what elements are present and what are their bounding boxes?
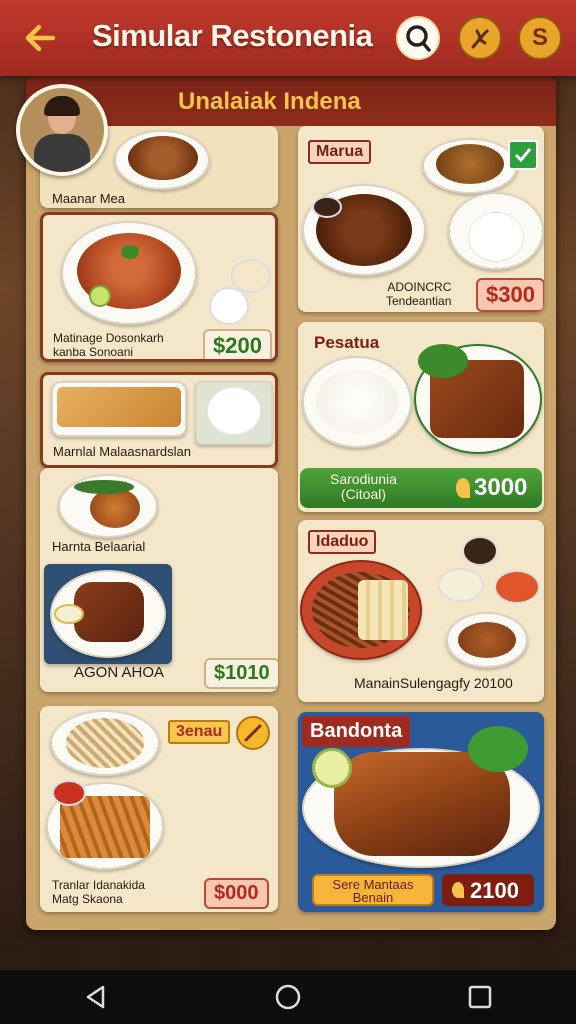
menu-item-card[interactable]: Harnta Belaarial AGON AHOA $1010	[40, 468, 278, 692]
price-label: 2100	[470, 878, 519, 903]
app-bar: Simular Restonenia S	[0, 0, 576, 76]
add-button-label: Sarodiunia (Citoal)	[330, 471, 397, 502]
food-image	[57, 387, 181, 427]
food-image	[74, 582, 144, 642]
food-image	[358, 580, 408, 640]
menu-item-card[interactable]: Marua ADOINCRC Tendeantian $300	[298, 126, 544, 312]
search-button[interactable]	[396, 16, 440, 60]
price-button[interactable]: $000	[204, 878, 269, 909]
check-icon[interactable]	[236, 716, 270, 750]
menu-item-card[interactable]: Matinage Dosonkarh kanba Sonoani $200	[40, 212, 278, 362]
back-button[interactable]	[20, 18, 60, 58]
app-title: Simular Restonenia	[92, 18, 373, 53]
side-bowl	[209, 287, 249, 325]
check-icon-svg	[244, 724, 262, 742]
side-bowl	[494, 570, 540, 604]
garnish-icon	[121, 245, 139, 259]
food-image	[436, 144, 504, 184]
back-arrow-icon	[25, 24, 56, 52]
food-image	[128, 136, 198, 180]
sauce-bowl	[462, 536, 498, 566]
menu-item-name: AGON AHOA	[74, 664, 165, 681]
herb-icon	[456, 478, 470, 498]
order-button-label: Sere Mantaas Benain	[332, 877, 414, 905]
egg-image	[54, 604, 84, 624]
rice-image	[468, 212, 524, 262]
menu-item-card[interactable]: Marnlal Malaasnardslan	[40, 372, 278, 468]
favorite-button[interactable]	[458, 16, 502, 60]
side-bowl	[438, 568, 484, 602]
sauce-bowl	[312, 196, 342, 218]
check-icon-svg	[514, 148, 532, 163]
triangle-back-icon	[86, 985, 105, 1009]
menu-item-card[interactable]: Bandonta Sere Mantaas Benain 2100	[298, 712, 544, 912]
food-image	[90, 488, 140, 528]
avatar-body	[34, 134, 90, 172]
avatar[interactable]	[16, 84, 108, 176]
price-button[interactable]: $300	[476, 278, 544, 312]
lime-icon	[89, 285, 111, 307]
greens-image	[468, 726, 528, 772]
coin-icon: S	[531, 24, 548, 51]
check-icon[interactable]	[508, 140, 538, 170]
menu-item-name: Marnlal Malaasnardslan	[53, 444, 192, 459]
rice-image	[316, 370, 398, 434]
system-recents-button[interactable]	[450, 977, 510, 1017]
menu-item-name: Harnta Belaarial	[52, 539, 146, 554]
square-recents-icon	[468, 985, 492, 1009]
greens-image	[74, 480, 134, 494]
search-icon	[406, 25, 431, 52]
menu-item-name: ManainSulengagfy 20100	[354, 675, 513, 691]
price-button[interactable]: 2100	[442, 874, 534, 906]
herb-icon	[452, 882, 464, 898]
price-label: 3000	[474, 474, 528, 501]
greens-image	[418, 344, 468, 378]
herb-icon	[471, 29, 489, 49]
add-button[interactable]: Sarodiunia (Citoal) 3000	[300, 468, 542, 508]
system-nav-bar	[0, 970, 576, 1024]
food-photo	[44, 564, 172, 664]
menu-item-card[interactable]: Pesatua Sarodiunia (Citoal) 3000	[298, 322, 544, 512]
food-image	[458, 622, 516, 658]
menu-item-name: Tranlar Idanakida Matg Skaona	[52, 878, 145, 906]
item-tag: Bandonta	[302, 716, 411, 747]
item-tag: Marua	[308, 140, 372, 164]
menu-item-name: ADOINCRC Tendeantian	[386, 280, 452, 308]
order-button[interactable]: Sere Mantaas Benain	[312, 874, 434, 906]
coin-button[interactable]: S	[518, 16, 562, 60]
price-button[interactable]: $200	[203, 329, 272, 359]
item-tag: Idaduo	[308, 530, 377, 554]
rice-image	[207, 387, 261, 435]
menu-item-card[interactable]: Idaduo ManainSulengagfy 20100	[298, 520, 544, 702]
food-image	[66, 718, 144, 768]
circle-home-icon	[275, 984, 301, 1010]
menu-item-card[interactable]: 3enau Tranlar Idanakida Matg Skaona $000	[40, 706, 278, 912]
menu-item-name: Matinage Dosonkarh kanba Sonoani	[53, 331, 164, 359]
system-back-button[interactable]	[66, 977, 126, 1017]
system-home-button[interactable]	[258, 977, 318, 1017]
item-tag: 3enau	[168, 720, 231, 744]
avatar-hair	[44, 96, 80, 116]
sauce-bowl	[52, 780, 86, 806]
panel-title: Unalaiak Indena	[178, 88, 361, 115]
price-button[interactable]: $1010	[204, 658, 278, 689]
menu-item-name: Maanar Mea	[52, 191, 125, 206]
item-tag: Pesatua	[314, 333, 380, 352]
lime-icon	[312, 748, 352, 788]
